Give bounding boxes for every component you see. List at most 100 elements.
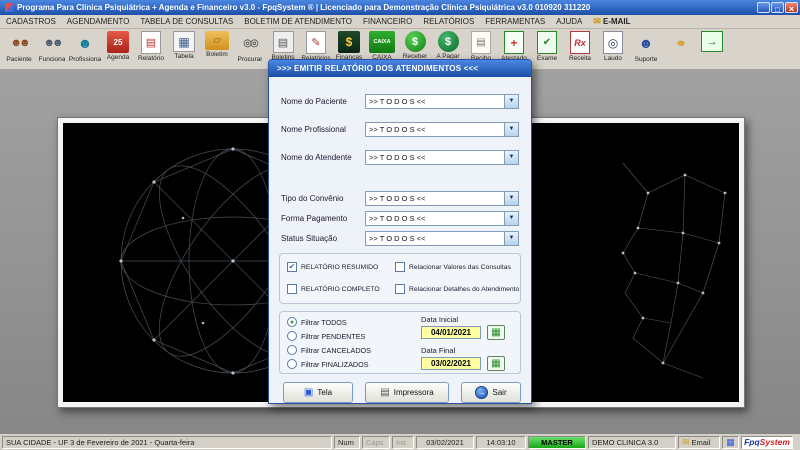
exit-arrow-icon xyxy=(475,386,488,399)
checkbox-relatorio-completo[interactable]: RELATÓRIO COMPLETO xyxy=(287,284,380,294)
checkbox-relacionar-detalhes[interactable]: Relacionar Detalhes do Atendimento xyxy=(395,284,519,294)
menu-ajuda[interactable]: AJUDA xyxy=(556,17,582,26)
patients-icon xyxy=(6,31,32,55)
document-search-icon xyxy=(603,31,623,54)
toolbar-boletim[interactable]: Boletim xyxy=(201,31,233,58)
menu-agendamento[interactable]: AGENDAMENTO xyxy=(67,17,130,26)
table-icon xyxy=(173,31,195,52)
chevron-down-icon[interactable] xyxy=(504,192,518,205)
label-data-inicial: Data Inicial xyxy=(421,315,458,324)
label-status-situacao: Status Situação xyxy=(281,234,365,243)
menu-bar: CADASTROS AGENDAMENTO TABELA DE CONSULTA… xyxy=(0,15,800,29)
toolbar-receber[interactable]: Receber xyxy=(399,31,431,60)
email-icon xyxy=(682,437,692,448)
data-final-input[interactable] xyxy=(421,357,481,370)
doctor-icon xyxy=(72,31,98,55)
toolbar-financas[interactable]: Finanças xyxy=(333,31,365,61)
radio-filtrar-todos[interactable]: ● Filtrar TODOS xyxy=(287,317,347,327)
reports-icon xyxy=(306,31,326,54)
toolbar-paciente[interactable]: Paciente xyxy=(3,31,35,63)
toolbar-tabela[interactable]: Tabela xyxy=(168,31,200,60)
combo-nome-profissional[interactable]: >> T O D O S << xyxy=(365,122,519,137)
checkbox-relacionar-valores[interactable]: Relacionar Valores das Consultas xyxy=(395,262,511,272)
toolbar-atestado[interactable]: Atestado xyxy=(498,31,530,62)
maximize-button[interactable] xyxy=(771,2,784,13)
impressora-button[interactable]: Impressora xyxy=(365,382,449,403)
finance-icon xyxy=(338,31,360,53)
app-icon xyxy=(5,3,14,12)
combo-nome-do-paciente[interactable]: >> T O D O S << xyxy=(365,94,519,109)
toolbar-recibo[interactable]: Recibo xyxy=(465,31,497,62)
chevron-down-icon[interactable] xyxy=(504,95,518,108)
toolbar-laudo[interactable]: Laudo xyxy=(597,31,629,62)
close-icon xyxy=(789,0,794,17)
chevron-down-icon[interactable] xyxy=(504,212,518,225)
chevron-down-icon[interactable] xyxy=(504,151,518,164)
radio-filtrar-cancelados[interactable]: Filtrar CANCELADOS xyxy=(287,345,371,355)
dialog-title: >>> EMITIR RELATÓRIO DOS ATENDIMENTOS <<… xyxy=(277,64,478,73)
status-time: 14:03:10 xyxy=(476,436,526,449)
toolbar-receita[interactable]: Receita xyxy=(564,31,596,62)
combo-nome-do-atendente[interactable]: >> T O D O S << xyxy=(365,150,519,165)
close-button[interactable] xyxy=(785,2,798,13)
menu-ferramentas[interactable]: FERRAMENTAS xyxy=(485,17,545,26)
toolbar-a-pagar[interactable]: A Pagar xyxy=(432,31,464,60)
combo-status-situacao[interactable]: >> T O D O S << xyxy=(365,231,519,246)
combo-tipo-do-convenio[interactable]: >> T O D O S << xyxy=(365,191,519,206)
grid-icon xyxy=(726,437,735,448)
toolbar-procurar[interactable]: Procurar xyxy=(234,31,266,63)
dialog-title-bar[interactable]: >>> EMITIR RELATÓRIO DOS ATENDIMENTOS <<… xyxy=(269,60,531,77)
status-app-shortcut[interactable] xyxy=(722,436,739,449)
menu-tabela-de-consultas[interactable]: TABELA DE CONSULTAS xyxy=(140,17,233,26)
exam-icon xyxy=(537,31,557,54)
combo-value: >> T O D O S << xyxy=(366,95,504,108)
toolbar-funcionario[interactable]: Funciona xyxy=(36,31,68,63)
tela-button[interactable]: Tela xyxy=(283,382,353,403)
minimize-button[interactable] xyxy=(757,2,770,13)
chevron-down-icon[interactable] xyxy=(504,232,518,245)
receipt-icon xyxy=(471,31,491,54)
checkbox-icon: ✔ xyxy=(287,262,297,272)
receive-money-icon xyxy=(405,31,426,52)
menu-cadastros[interactable]: CADASTROS xyxy=(6,17,56,26)
calendar-button-inicial[interactable] xyxy=(487,325,505,340)
coins-icon xyxy=(666,31,692,55)
combo-value: >> T O D O S << xyxy=(366,123,504,136)
sair-button-label: Sair xyxy=(492,388,506,397)
combo-forma-pagamento[interactable]: >> T O D O S << xyxy=(365,211,519,226)
status-caps-lock: Caps xyxy=(362,436,390,449)
window-title: Programa Para Clínica Psiquiátrica + Age… xyxy=(17,3,757,12)
calendar-button-final[interactable] xyxy=(487,356,505,371)
toolbar-sair-app[interactable] xyxy=(696,31,728,53)
cashbox-icon xyxy=(369,31,395,53)
toolbar-relatorios[interactable]: Relatórios xyxy=(300,31,332,62)
checkbox-icon xyxy=(395,284,405,294)
checkbox-relatorio-resumido[interactable]: ✔ RELATÓRIO RESUMIDO xyxy=(287,262,378,272)
radio-filtrar-pendentes[interactable]: Filtrar PENDENTES xyxy=(287,331,365,341)
toolbar-exame[interactable]: Exame xyxy=(531,31,563,62)
exit-icon xyxy=(701,31,723,52)
toolbar-agenda[interactable]: Agenda xyxy=(102,31,134,61)
status-master-badge: MASTER xyxy=(528,436,586,449)
combo-value: >> T O D O S << xyxy=(366,192,504,205)
menu-boletim-de-atendimento[interactable]: BOLETIM DE ATENDIMENTO xyxy=(244,17,352,26)
toolbar-boletins[interactable]: Boletins xyxy=(267,31,299,61)
certificate-icon xyxy=(504,31,524,54)
toolbar-suporte[interactable]: Suporte xyxy=(630,31,662,63)
minimize-icon xyxy=(761,0,765,17)
toolbar-caixa[interactable]: CAIXA xyxy=(366,31,398,61)
radio-icon xyxy=(287,345,297,355)
radio-icon xyxy=(287,331,297,341)
menu-email[interactable]: E-MAIL xyxy=(593,16,630,27)
radio-filtrar-finalizados[interactable]: Filtrar FINALIZADOS xyxy=(287,359,369,369)
menu-financeiro[interactable]: FINANCEIRO xyxy=(363,17,412,26)
data-inicial-input[interactable] xyxy=(421,326,481,339)
menu-relatorios[interactable]: RELATÓRIOS xyxy=(423,17,474,26)
chevron-down-icon[interactable] xyxy=(504,123,518,136)
toolbar-moedas[interactable] xyxy=(663,31,695,56)
toolbar-relatorio[interactable]: Relatório xyxy=(135,31,167,62)
combo-value: >> T O D O S << xyxy=(366,151,504,164)
sair-button[interactable]: Sair xyxy=(461,382,521,403)
status-email[interactable]: Email xyxy=(678,436,720,449)
toolbar-profissional[interactable]: Profissiona xyxy=(69,31,101,63)
